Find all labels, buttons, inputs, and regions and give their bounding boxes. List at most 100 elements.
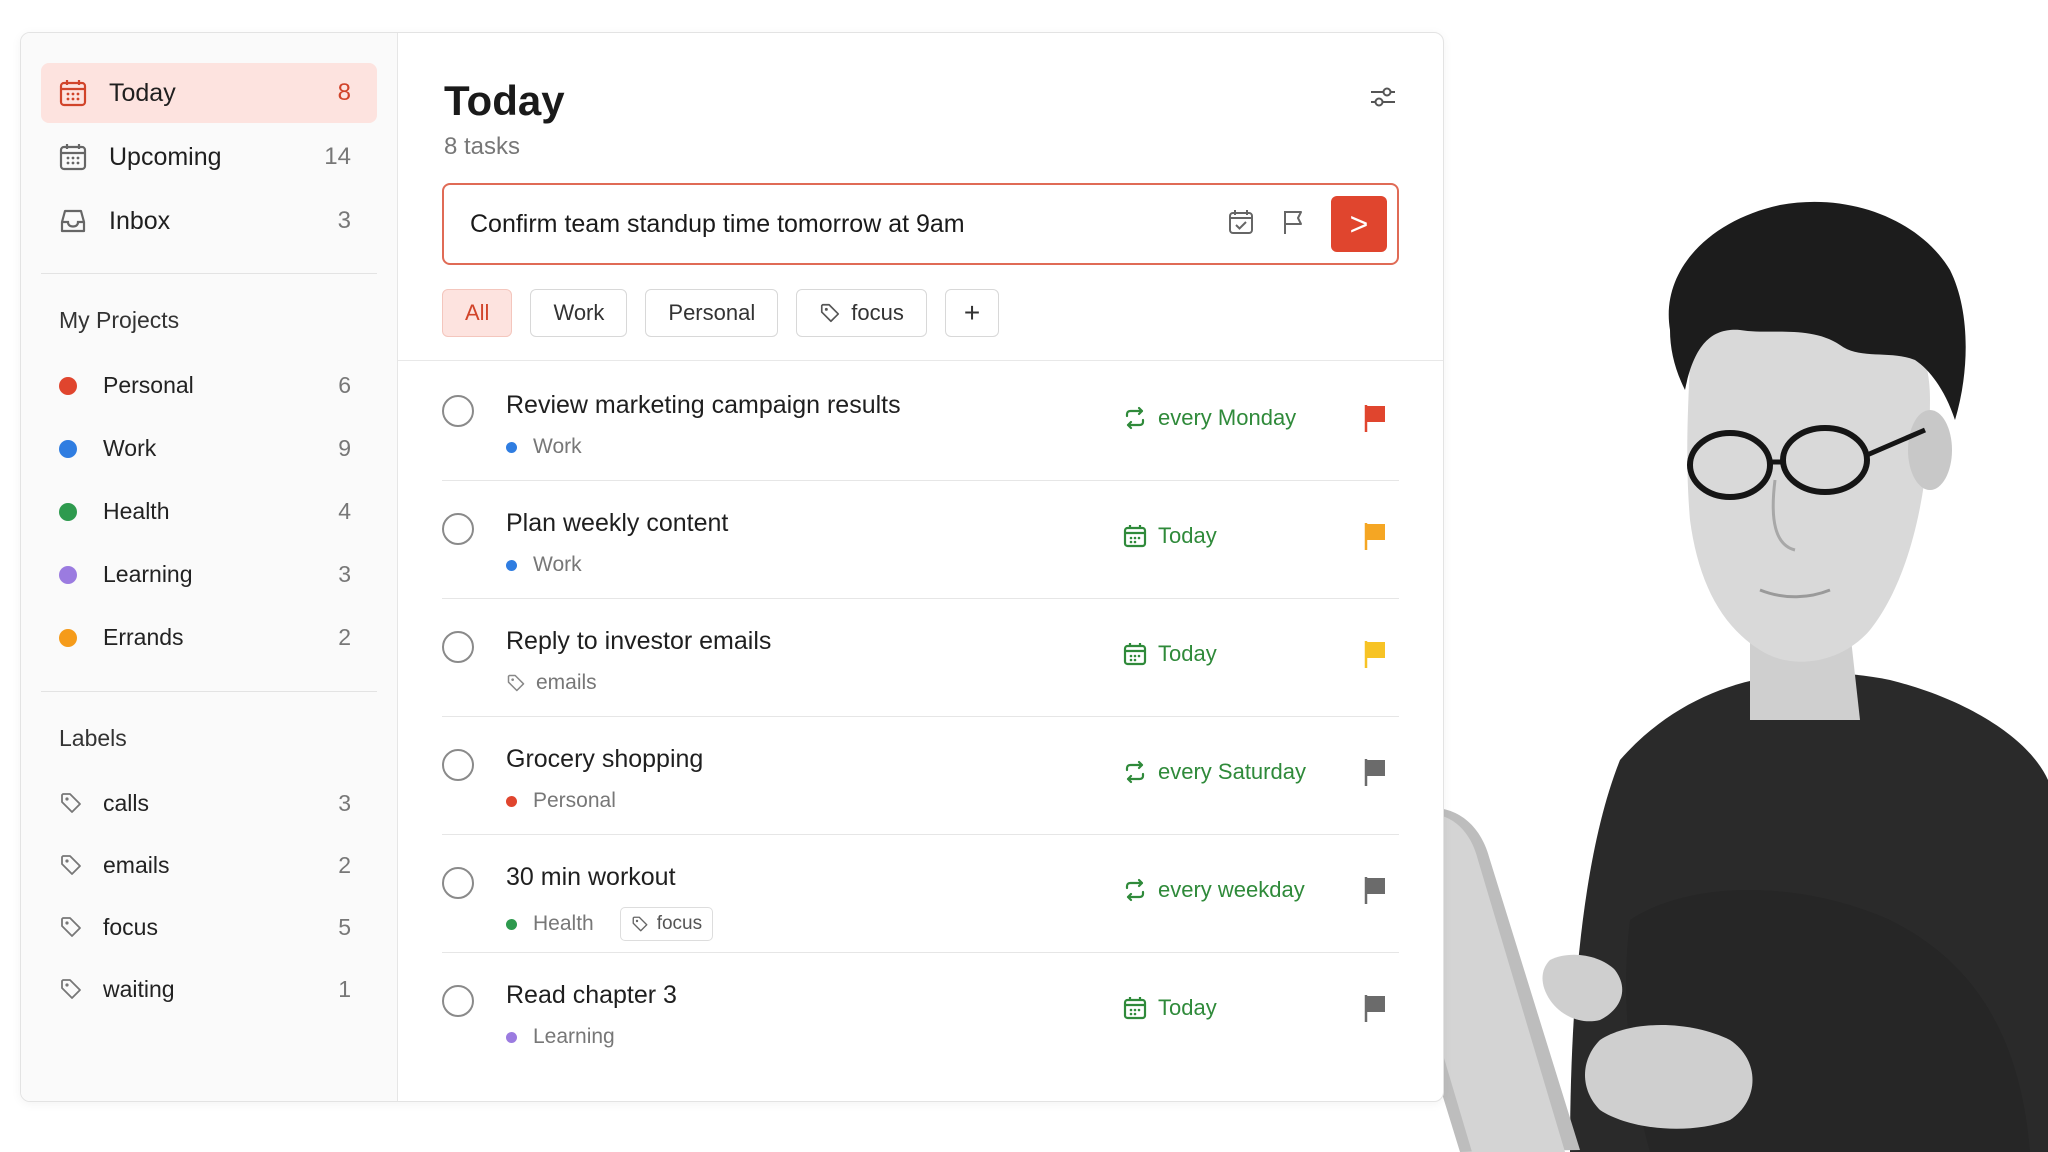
- project-learning[interactable]: Learning 3: [41, 543, 377, 606]
- task-project: Personal: [506, 789, 616, 813]
- tag-icon: [59, 853, 83, 877]
- task-project: Learning: [506, 1025, 615, 1049]
- header-divider: [398, 360, 1443, 361]
- task-row[interactable]: Review marketing campaign results Work e…: [442, 363, 1399, 481]
- label-name: focus: [103, 913, 158, 940]
- due-label: Today: [1158, 523, 1217, 548]
- quick-add-bar: >: [442, 183, 1399, 265]
- project-color-dot: [506, 441, 517, 453]
- nav-count: 3: [337, 207, 351, 234]
- nav-upcoming[interactable]: Upcoming 14: [41, 127, 377, 187]
- task-label: emails: [506, 671, 597, 695]
- repeat-icon: [1122, 877, 1148, 903]
- label-name: waiting: [103, 975, 175, 1002]
- page-title: Today: [444, 77, 565, 124]
- project-name: Learning: [533, 1025, 615, 1048]
- task-project: Work: [506, 435, 582, 459]
- sliders-icon: [1368, 82, 1398, 117]
- priority-flag-icon[interactable]: [1361, 403, 1389, 433]
- task-due[interactable]: every Saturday: [1122, 759, 1306, 785]
- label-name: emails: [536, 671, 597, 694]
- project-color-dot: [59, 376, 77, 395]
- task-checkbox[interactable]: [442, 395, 474, 427]
- set-date-button[interactable]: [1223, 206, 1259, 242]
- task-tag-chip[interactable]: focus: [619, 907, 714, 941]
- page-header: Today 8 tasks: [398, 33, 1443, 161]
- add-filter-button[interactable]: +: [944, 289, 1000, 337]
- priority-flag-icon[interactable]: [1361, 639, 1389, 669]
- project-errands[interactable]: Errands 2: [41, 606, 377, 669]
- task-title: Plan weekly content: [506, 509, 729, 537]
- inbox-icon: [57, 205, 89, 237]
- task-title: Grocery shopping: [506, 745, 704, 773]
- filter-work[interactable]: Work: [530, 289, 628, 337]
- priority-flag-icon[interactable]: [1361, 875, 1389, 905]
- project-name: Work: [533, 553, 582, 576]
- project-label: Health: [103, 498, 170, 524]
- quick-add-input[interactable]: [470, 209, 1207, 239]
- priority-flag-icon[interactable]: [1361, 521, 1389, 551]
- labels-heading: Labels: [59, 724, 127, 751]
- project-color-dot: [59, 628, 77, 647]
- task-checkbox[interactable]: [442, 985, 474, 1017]
- screen: Today 8 Upcoming 14 Inbox 3 My Projects: [0, 0, 2048, 1152]
- project-name: Work: [533, 435, 582, 458]
- project-color-dot: [506, 795, 517, 807]
- task-title: Reply to investor emails: [506, 627, 772, 655]
- view-settings-button[interactable]: [1363, 79, 1403, 119]
- task-row[interactable]: Plan weekly content Work Today: [442, 481, 1399, 599]
- submit-task-button[interactable]: >: [1331, 196, 1387, 252]
- project-label: Errands: [103, 624, 184, 650]
- task-due[interactable]: Today: [1122, 995, 1217, 1021]
- task-row[interactable]: 30 min workout Health focus every weekda…: [442, 835, 1399, 953]
- task-row[interactable]: Grocery shopping Personal every Saturday: [442, 717, 1399, 835]
- flag-outline-icon: [1279, 208, 1307, 241]
- due-label: every Monday: [1158, 405, 1297, 430]
- task-project: Work: [506, 553, 582, 577]
- label-waiting[interactable]: waiting 1: [41, 958, 377, 1020]
- task-row[interactable]: Read chapter 3 Learning Today: [442, 953, 1399, 1071]
- due-label: Today: [1158, 995, 1217, 1020]
- project-name: Personal: [533, 789, 616, 812]
- sidebar-divider: [41, 273, 377, 274]
- project-personal[interactable]: Personal 6: [41, 354, 377, 417]
- priority-flag-icon[interactable]: [1361, 993, 1389, 1023]
- filter-focus[interactable]: focus: [796, 289, 927, 337]
- project-label: Personal: [103, 372, 194, 398]
- label-count: 5: [338, 913, 351, 940]
- task-row[interactable]: Reply to investor emails emails Today: [442, 599, 1399, 717]
- calendar-check-icon: [1227, 208, 1255, 241]
- priority-flag-icon[interactable]: [1361, 757, 1389, 787]
- main-content: Today 8 tasks Confirm team standup time …: [398, 33, 1443, 1101]
- nav-today[interactable]: Today 8: [41, 63, 377, 123]
- label-focus[interactable]: focus 5: [41, 896, 377, 958]
- nav-count: 8: [337, 79, 351, 106]
- task-title: Review marketing campaign results: [506, 391, 901, 419]
- task-title: 30 min workout: [506, 863, 676, 891]
- project-color-dot: [59, 502, 77, 521]
- project-label: Learning: [103, 561, 193, 587]
- label-name: emails: [103, 851, 170, 878]
- task-due[interactable]: Today: [1122, 523, 1217, 549]
- project-color-dot: [506, 1031, 517, 1043]
- filter-all[interactable]: All: [442, 289, 513, 337]
- nav-count: 14: [324, 143, 351, 170]
- task-checkbox[interactable]: [442, 749, 474, 781]
- tag-icon: [631, 915, 649, 933]
- task-due[interactable]: Today: [1122, 641, 1217, 667]
- task-checkbox[interactable]: [442, 867, 474, 899]
- label-emails[interactable]: emails 2: [41, 834, 377, 896]
- task-due[interactable]: every Monday: [1122, 405, 1296, 431]
- task-due[interactable]: every weekday: [1122, 877, 1305, 903]
- nav-inbox[interactable]: Inbox 3: [41, 191, 377, 251]
- project-health[interactable]: Health 4: [41, 480, 377, 543]
- label-calls[interactable]: calls 3: [41, 772, 377, 834]
- task-checkbox[interactable]: [442, 513, 474, 545]
- filter-personal[interactable]: Personal: [645, 289, 779, 337]
- set-priority-button[interactable]: [1275, 206, 1311, 242]
- project-work[interactable]: Work 9: [41, 417, 377, 480]
- calendar-icon: [1122, 995, 1148, 1021]
- repeat-icon: [1122, 759, 1148, 785]
- task-checkbox[interactable]: [442, 631, 474, 663]
- tag-icon: [59, 977, 83, 1001]
